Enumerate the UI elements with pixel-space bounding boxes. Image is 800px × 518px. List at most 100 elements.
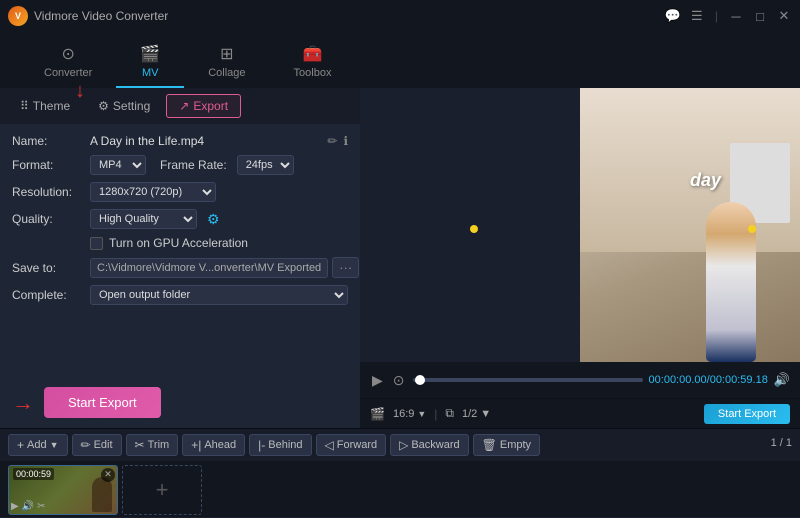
right-arrow-indicator: →: [12, 390, 34, 416]
left-panel: ⠿ Theme ⚙ Setting ↗ Export ↓ Name: A Day…: [0, 88, 360, 428]
gpu-row: Turn on GPU Acceleration: [12, 236, 348, 250]
forward-button[interactable]: ◁ Forward: [316, 434, 387, 456]
yellow-dot-right: [748, 225, 756, 233]
start-export-small-button[interactable]: Start Export: [704, 404, 790, 424]
video-left-panel: [360, 88, 580, 362]
trim-button[interactable]: ✂ Trim: [126, 434, 179, 456]
tab-toolbox[interactable]: 🧰 Toolbox: [270, 36, 356, 88]
tab-converter[interactable]: ⊙ Converter: [20, 36, 116, 88]
trash-icon: 🗑: [482, 438, 497, 452]
quality-select[interactable]: High Quality Medium Quality Low Quality: [90, 209, 197, 229]
backward-button[interactable]: ▷ Backward: [390, 434, 469, 456]
format-label: Format:: [12, 158, 84, 172]
progress-bar[interactable]: [413, 378, 643, 382]
trim-scissors-icon: ✂: [135, 438, 145, 452]
frame-rate-row: Frame Rate: 24fps 30fps 60fps: [160, 155, 294, 175]
yellow-dot-left: [470, 225, 478, 233]
tab-mv[interactable]: 🎬 MV: [116, 36, 184, 88]
frame-rate-select[interactable]: 24fps 30fps 60fps: [237, 155, 294, 175]
play-button[interactable]: ▶: [370, 370, 385, 391]
app-logo: V: [8, 6, 28, 26]
video-overlay-text: day: [690, 170, 721, 191]
export-arrow-icon: ↗: [179, 99, 189, 113]
resolution-row: Resolution: 1280x720 (720p) 1920x1080 (1…: [12, 182, 348, 202]
clip-audio-icon[interactable]: 🔊: [22, 501, 34, 512]
save-path-value: C:\Vidmore\Vidmore V...onverter\MV Expor…: [90, 258, 328, 278]
resolution-select[interactable]: 1280x720 (720p) 1920x1080 (1080p) 3840x2…: [90, 182, 216, 202]
resolution-label: Resolution:: [12, 185, 84, 199]
add-plus-icon: +: [17, 438, 24, 452]
app-title: Vidmore Video Converter: [34, 9, 659, 23]
info-icon[interactable]: ℹ: [343, 134, 348, 148]
ratio-selector[interactable]: 16:9 ▼: [393, 408, 426, 420]
page-number: 1 / 1: [771, 437, 792, 449]
time-display: 00:00:00.00/00:00:59.18: [649, 374, 768, 386]
format-select[interactable]: MP4 MKV AVI MOV: [90, 155, 146, 175]
complete-row: Complete: Open output folder Do nothing …: [12, 285, 348, 305]
progress-dot: [415, 375, 425, 385]
frame-rate-label: Frame Rate:: [160, 158, 227, 172]
clip-play-icon[interactable]: ▶: [11, 501, 19, 512]
theme-grid-icon: ⠿: [20, 99, 29, 113]
save-to-label: Save to:: [12, 261, 84, 275]
menu-button[interactable]: ☰: [689, 8, 705, 24]
timeline-toolbar: + Add ▼ ✏ Edit ✂ Trim +| Ahead |- Behind…: [0, 429, 800, 461]
add-clip-button[interactable]: +: [122, 465, 202, 515]
complete-select[interactable]: Open output folder Do nothing Shutdown: [90, 285, 348, 305]
close-button[interactable]: ✕: [776, 8, 792, 24]
nav-tabs: ⊙ Converter 🎬 MV ⊞ Collage 🧰 Toolbox: [0, 32, 800, 88]
clip-scissors-icon[interactable]: ✂: [37, 501, 45, 512]
fraction-chevron-icon: ▼: [480, 408, 491, 420]
settings-form: Name: A Day in the Life.mp4 ✏ ℹ Format: …: [0, 124, 360, 381]
quality-label: Quality:: [12, 212, 84, 226]
backward-icon: ▷: [399, 438, 408, 452]
gpu-label: Turn on GPU Acceleration: [109, 236, 248, 250]
setting-tab[interactable]: ⚙ Setting: [86, 95, 162, 117]
right-panel: day ▶ ⊙ 00:00:00.00/00:00:59.18 🔊 🎬 16:9…: [360, 88, 800, 428]
title-bar: V Vidmore Video Converter 💬 ☰ | ─ □ ✕: [0, 0, 800, 32]
volume-icon[interactable]: 🔊: [774, 372, 790, 388]
video-thumbnail: day: [580, 88, 800, 362]
video-right-panel: day: [580, 88, 800, 362]
ahead-icon: +|: [191, 438, 201, 452]
stop-button[interactable]: ⊙: [391, 370, 407, 391]
format-row: Format: MP4 MKV AVI MOV Frame Rate: 24fp…: [12, 155, 348, 175]
edit-button[interactable]: ✏ Edit: [72, 434, 122, 456]
complete-label: Complete:: [12, 288, 84, 302]
timeline-clips: 00:00:59 ✕ ▶ 🔊 ✂ +: [0, 461, 800, 518]
quality-settings-icon[interactable]: ⚙: [207, 211, 220, 228]
theme-tab[interactable]: ⠿ Theme: [8, 95, 82, 117]
edit-name-icon[interactable]: ✏: [327, 134, 337, 148]
ratio-chevron-icon: ▼: [417, 409, 426, 419]
name-row: Name: A Day in the Life.mp4 ✏ ℹ: [12, 134, 348, 148]
save-path-container: C:\Vidmore\Vidmore V...onverter\MV Expor…: [90, 257, 381, 278]
empty-button[interactable]: 🗑 Empty: [473, 434, 540, 456]
video-clip-item[interactable]: 00:00:59 ✕ ▶ 🔊 ✂: [8, 465, 118, 515]
collage-icon: ⊞: [220, 44, 233, 64]
ahead-button[interactable]: +| Ahead: [182, 434, 245, 456]
video-controls-bar-2: 🎬 16:9 ▼ | ⧉ 1/2 ▼ Start Export: [360, 398, 800, 428]
minimize-button[interactable]: ─: [728, 8, 744, 24]
maximize-button[interactable]: □: [752, 8, 768, 24]
fraction-selector[interactable]: 1/2 ▼: [462, 408, 491, 420]
add-button[interactable]: + Add ▼: [8, 434, 68, 456]
edit-pencil-icon: ✏: [81, 438, 91, 452]
browse-dots-button[interactable]: ···: [332, 257, 359, 278]
fraction-label: 1/2: [462, 408, 477, 420]
clip-close-button[interactable]: ✕: [101, 468, 115, 482]
tab-collage[interactable]: ⊞ Collage: [184, 36, 269, 88]
forward-icon: ◁: [325, 438, 334, 452]
toolbox-icon: 🧰: [303, 44, 323, 64]
converter-icon: ⊙: [61, 44, 74, 64]
start-export-button[interactable]: Start Export: [44, 387, 161, 418]
setting-gear-icon: ⚙: [98, 99, 109, 113]
quality-row: Quality: High Quality Medium Quality Low…: [12, 209, 348, 229]
export-tab[interactable]: ↗ Export: [166, 94, 241, 118]
name-value: A Day in the Life.mp4: [90, 134, 321, 148]
gpu-checkbox[interactable]: [90, 237, 103, 250]
chat-button[interactable]: 💬: [665, 8, 681, 24]
add-chevron-icon: ▼: [50, 440, 59, 450]
behind-button[interactable]: |- Behind: [249, 434, 311, 456]
main-content: ⠿ Theme ⚙ Setting ↗ Export ↓ Name: A Day…: [0, 88, 800, 428]
video-controls-bar: ▶ ⊙ 00:00:00.00/00:00:59.18 🔊: [360, 362, 800, 398]
